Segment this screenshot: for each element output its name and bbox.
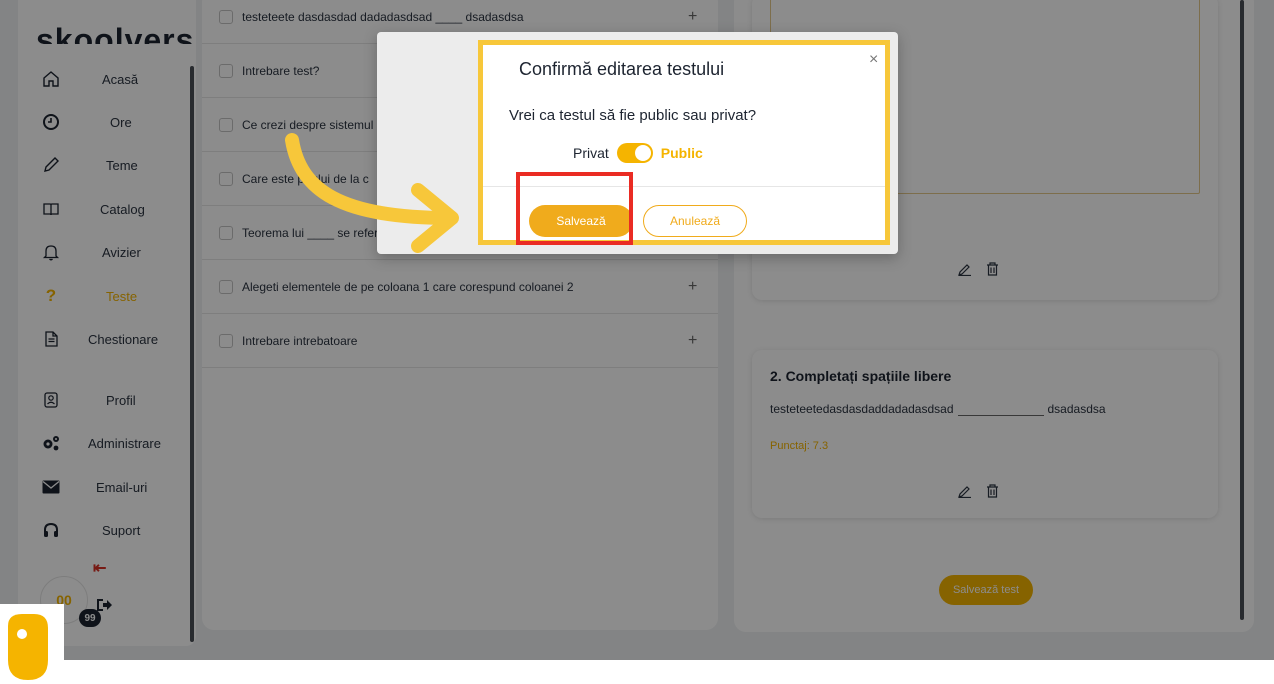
pointer-arrow-icon [285,133,459,253]
app-logo-icon [8,614,48,680]
bottom-strip [0,660,1274,684]
app-badge [0,604,64,684]
